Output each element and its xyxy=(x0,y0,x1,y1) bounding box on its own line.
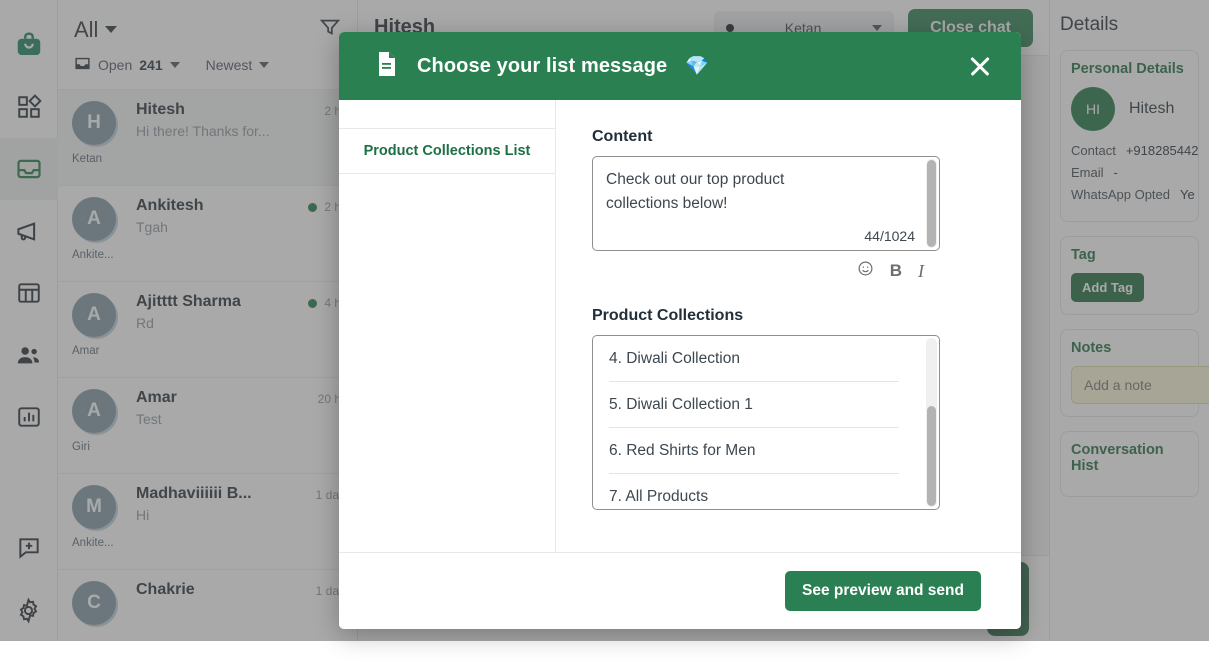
tab-product-collections-list[interactable]: Product Collections List xyxy=(339,128,555,174)
content-value: Check out our top product collections be… xyxy=(606,168,913,216)
italic-icon[interactable]: I xyxy=(918,262,924,280)
emoji-icon[interactable] xyxy=(857,260,874,281)
product-collection-item[interactable]: 5. Diwali Collection 1 xyxy=(609,382,899,428)
modal-tabs-column: Product Collections List xyxy=(339,100,556,552)
format-toolbar: B I xyxy=(592,260,940,281)
content-scrollbar[interactable] xyxy=(926,159,937,248)
modal-header: Choose your list message 💎 xyxy=(339,32,1021,100)
collections-scrollbar[interactable] xyxy=(926,338,937,507)
content-textarea[interactable]: Check out our top product collections be… xyxy=(592,156,940,251)
document-icon xyxy=(375,51,399,82)
collections-scrollbar-thumb[interactable] xyxy=(927,406,936,506)
modal-form-column: Content Check out our top product collec… xyxy=(556,100,1021,552)
product-collections-items: 4. Diwali Collection5. Diwali Collection… xyxy=(593,336,917,510)
bold-icon[interactable]: B xyxy=(890,262,902,279)
modal-footer: See preview and send xyxy=(339,553,1021,629)
product-collection-item[interactable]: 4. Diwali Collection xyxy=(609,336,899,382)
list-message-modal: Choose your list message 💎 Product Colle… xyxy=(339,32,1021,629)
content-scrollbar-thumb[interactable] xyxy=(927,160,936,247)
modal-title: Choose your list message xyxy=(417,55,667,78)
see-preview-and-send-button[interactable]: See preview and send xyxy=(785,571,981,611)
character-counter: 44/1024 xyxy=(864,228,915,244)
product-collection-item[interactable]: 7. All Products xyxy=(609,474,899,510)
product-collections-list: 4. Diwali Collection5. Diwali Collection… xyxy=(592,335,940,510)
content-label: Content xyxy=(592,128,995,146)
product-collection-item[interactable]: 6. Red Shirts for Men xyxy=(609,428,899,474)
product-collections-label: Product Collections xyxy=(592,307,995,325)
gem-icon: 💎 xyxy=(685,54,709,78)
modal-body: Product Collections List Content Check o… xyxy=(339,100,1021,553)
close-icon[interactable] xyxy=(965,51,995,81)
